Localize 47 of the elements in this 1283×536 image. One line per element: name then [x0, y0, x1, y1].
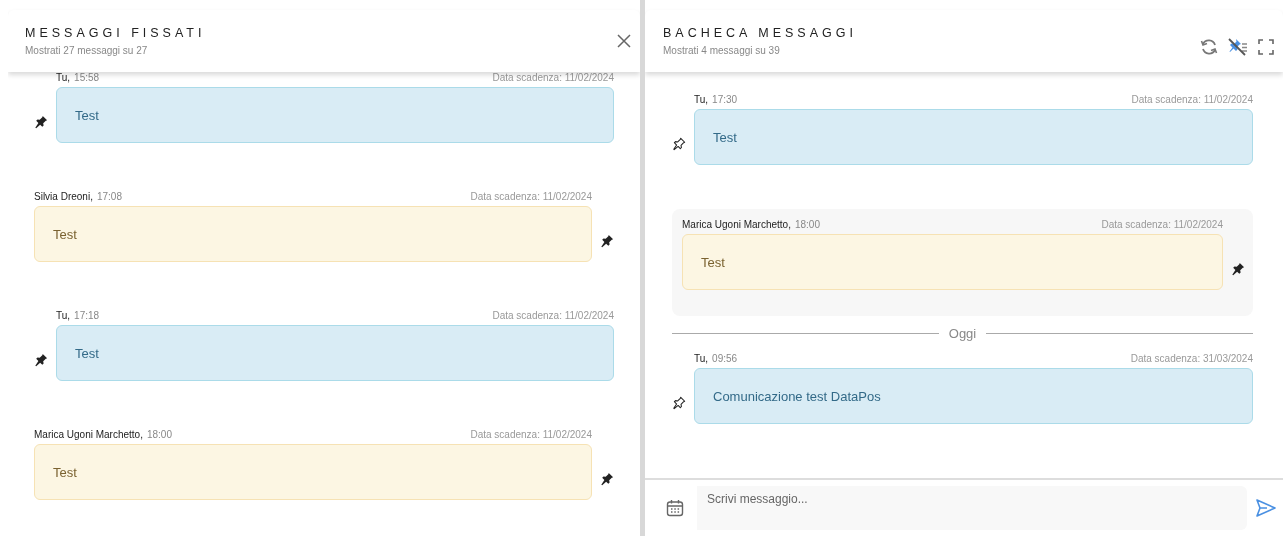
author-name: Silvia Dreoni, [34, 191, 93, 202]
author-name: Tu, [56, 72, 71, 83]
message-bubble: Test [34, 206, 592, 262]
expiry-date: Data scadenza: 11/02/2024 [492, 310, 614, 321]
message-time: 17:08 [96, 191, 122, 202]
pin-icon[interactable] [34, 115, 48, 129]
message-time: 15:58 [74, 72, 100, 83]
message-input[interactable]: Scrivi messaggio... [697, 486, 1247, 530]
pin-icon[interactable] [600, 472, 614, 486]
message-time: 18:00 [146, 429, 172, 440]
expiry-date: Data scadenza: 11/02/2024 [1101, 219, 1223, 230]
message-bubble: Test [56, 87, 614, 143]
date-divider: Oggi [948, 326, 977, 341]
author-name: Marica Ugoni Marchetto, [34, 429, 143, 440]
message-bubble: Test [682, 234, 1223, 290]
message-bubble: Comunicazione test DataPos [694, 368, 1253, 424]
send-icon[interactable] [1255, 497, 1277, 519]
pin-icon[interactable] [1231, 262, 1245, 276]
pin-outline-icon[interactable] [672, 137, 686, 151]
pin-filter-icon[interactable] [1227, 37, 1249, 57]
panel-title: BACHECA MESSAGGI [663, 26, 857, 40]
message-time: 18:00 [794, 219, 820, 230]
pin-icon[interactable] [34, 353, 48, 367]
calendar-icon[interactable] [665, 498, 685, 518]
message-bubble: Test [56, 325, 614, 381]
pin-icon[interactable] [600, 234, 614, 248]
pin-outline-icon[interactable] [672, 396, 686, 410]
expiry-date: Data scadenza: 11/02/2024 [1131, 94, 1253, 105]
expiry-date: Data scadenza: 31/03/2024 [1130, 353, 1253, 364]
refresh-icon[interactable] [1199, 37, 1219, 57]
close-icon[interactable] [616, 33, 632, 49]
expiry-date: Data scadenza: 11/02/2024 [470, 429, 592, 440]
message-time: 09:56 [712, 353, 738, 364]
author-name: Tu, [694, 353, 709, 364]
expiry-date: Data scadenza: 11/02/2024 [470, 191, 592, 202]
message-time: 17:18 [74, 310, 100, 321]
expiry-date: Data scadenza: 11/02/2024 [492, 72, 614, 83]
message-count: Mostrati 4 messaggi su 39 [663, 45, 781, 56]
author-name: Marica Ugoni Marchetto, [682, 219, 791, 230]
author-name: Tu, [56, 310, 71, 321]
fullscreen-icon[interactable] [1257, 38, 1275, 56]
message-time: 17:30 [712, 94, 738, 105]
message-bubble: Test [34, 444, 592, 500]
panel-title: MESSAGGI FISSATI [25, 26, 206, 40]
message-count: Mostrati 27 messaggi su 27 [25, 45, 149, 56]
author-name: Tu, [694, 94, 709, 105]
message-bubble: Test [694, 109, 1253, 165]
